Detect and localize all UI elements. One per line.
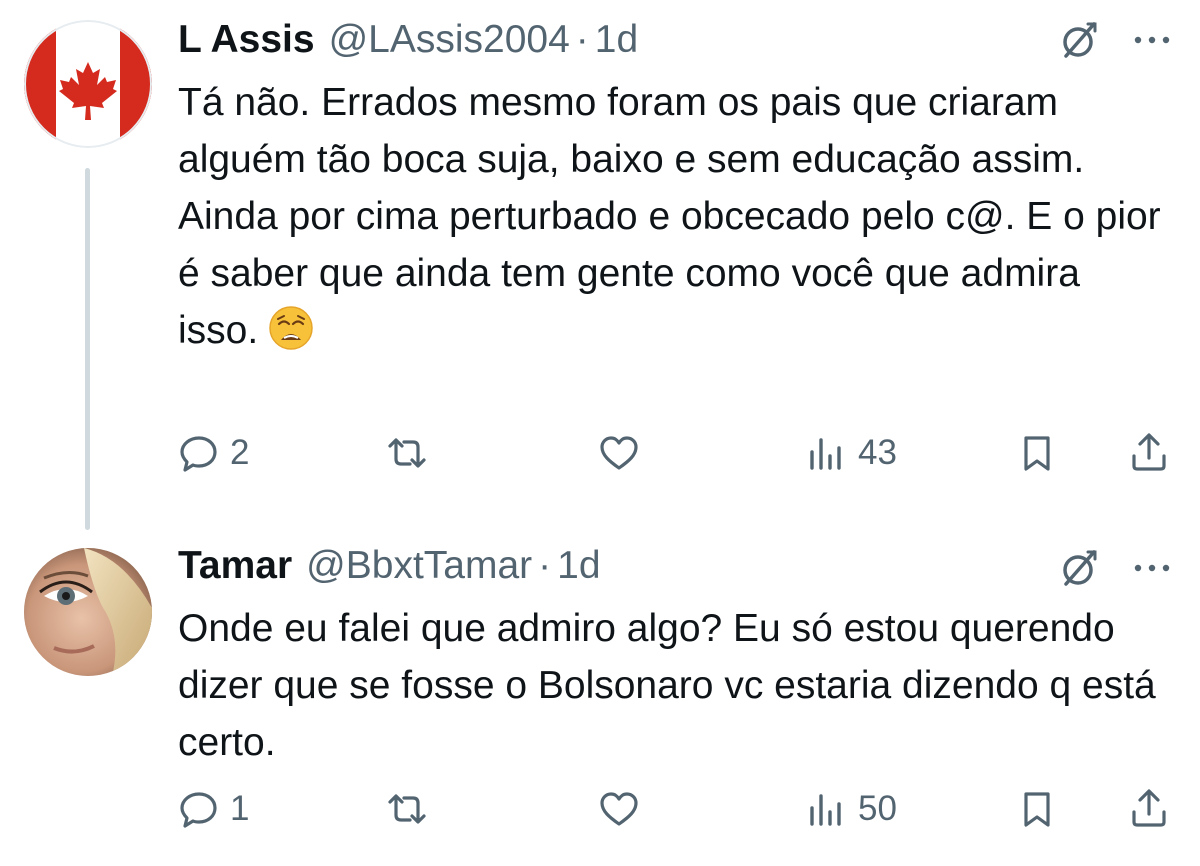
repost-icon bbox=[388, 438, 426, 468]
bookmark-button[interactable] bbox=[1014, 428, 1060, 478]
tweet-text: Onde eu falei que admiro algo? Eu só est… bbox=[178, 600, 1168, 771]
reply-count: 2 bbox=[230, 433, 250, 472]
repost-button[interactable] bbox=[384, 784, 438, 834]
views-count: 50 bbox=[858, 789, 897, 828]
grok-icon[interactable] bbox=[1058, 546, 1102, 590]
views-button[interactable]: 50 bbox=[804, 784, 897, 834]
repost-icon bbox=[388, 794, 426, 824]
tweet-actions: 2 43 bbox=[170, 428, 1180, 478]
views-icon bbox=[810, 438, 841, 470]
tweet-text: Tá não. Errados mesmo foram os pais que … bbox=[178, 74, 1168, 359]
user-handle[interactable]: @BbxtTamar bbox=[306, 544, 532, 588]
bookmark-icon bbox=[1024, 436, 1050, 471]
heart-icon bbox=[600, 436, 638, 470]
tweet-actions: 1 50 bbox=[170, 784, 1180, 834]
conversation-thread: L Assis @LAssis2004 · 1d Tá não. Errados… bbox=[0, 0, 1200, 866]
views-icon bbox=[810, 794, 841, 826]
tweet[interactable]: Tamar @BbxtTamar · 1d Onde eu falei que … bbox=[0, 530, 1200, 866]
reply-button[interactable]: 2 bbox=[176, 428, 249, 478]
share-button[interactable] bbox=[1126, 428, 1172, 478]
repost-button[interactable] bbox=[384, 428, 438, 478]
heart-icon bbox=[600, 792, 638, 826]
views-button[interactable]: 43 bbox=[804, 428, 897, 478]
display-name[interactable]: L Assis bbox=[178, 18, 315, 62]
reply-icon bbox=[180, 436, 217, 472]
like-button[interactable] bbox=[596, 428, 650, 478]
bookmark-icon bbox=[1024, 792, 1050, 827]
reply-count: 1 bbox=[230, 789, 250, 828]
more-icon[interactable] bbox=[1130, 30, 1174, 50]
tweet-header: Tamar @BbxtTamar · 1d bbox=[178, 544, 601, 588]
avatar[interactable] bbox=[24, 548, 152, 676]
weary-face-emoji-icon bbox=[269, 306, 313, 350]
share-button[interactable] bbox=[1126, 784, 1172, 834]
bookmark-button[interactable] bbox=[1014, 784, 1060, 834]
timestamp[interactable]: 1d bbox=[557, 544, 600, 588]
views-count: 43 bbox=[858, 433, 897, 472]
timestamp[interactable]: 1d bbox=[595, 18, 638, 62]
canada-flag-icon bbox=[24, 20, 152, 148]
user-handle[interactable]: @LAssis2004 bbox=[329, 18, 570, 62]
share-icon bbox=[1132, 789, 1166, 827]
like-button[interactable] bbox=[596, 784, 650, 834]
tweet-text-content: Onde eu falei que admiro algo? Eu só est… bbox=[178, 607, 1156, 764]
more-icon[interactable] bbox=[1130, 558, 1174, 578]
woman-portrait-icon bbox=[24, 548, 152, 676]
grok-icon[interactable] bbox=[1058, 18, 1102, 62]
tweet[interactable]: L Assis @LAssis2004 · 1d Tá não. Errados… bbox=[0, 0, 1200, 520]
reply-icon bbox=[180, 792, 217, 828]
separator-dot: · bbox=[575, 18, 589, 61]
avatar[interactable] bbox=[24, 20, 152, 148]
tweet-text-content: Tá não. Errados mesmo foram os pais que … bbox=[178, 81, 1161, 352]
reply-button[interactable]: 1 bbox=[176, 784, 249, 834]
display-name[interactable]: Tamar bbox=[178, 544, 292, 588]
separator-dot: · bbox=[538, 544, 552, 587]
tweet-header: L Assis @LAssis2004 · 1d bbox=[178, 18, 638, 62]
share-icon bbox=[1132, 433, 1166, 471]
